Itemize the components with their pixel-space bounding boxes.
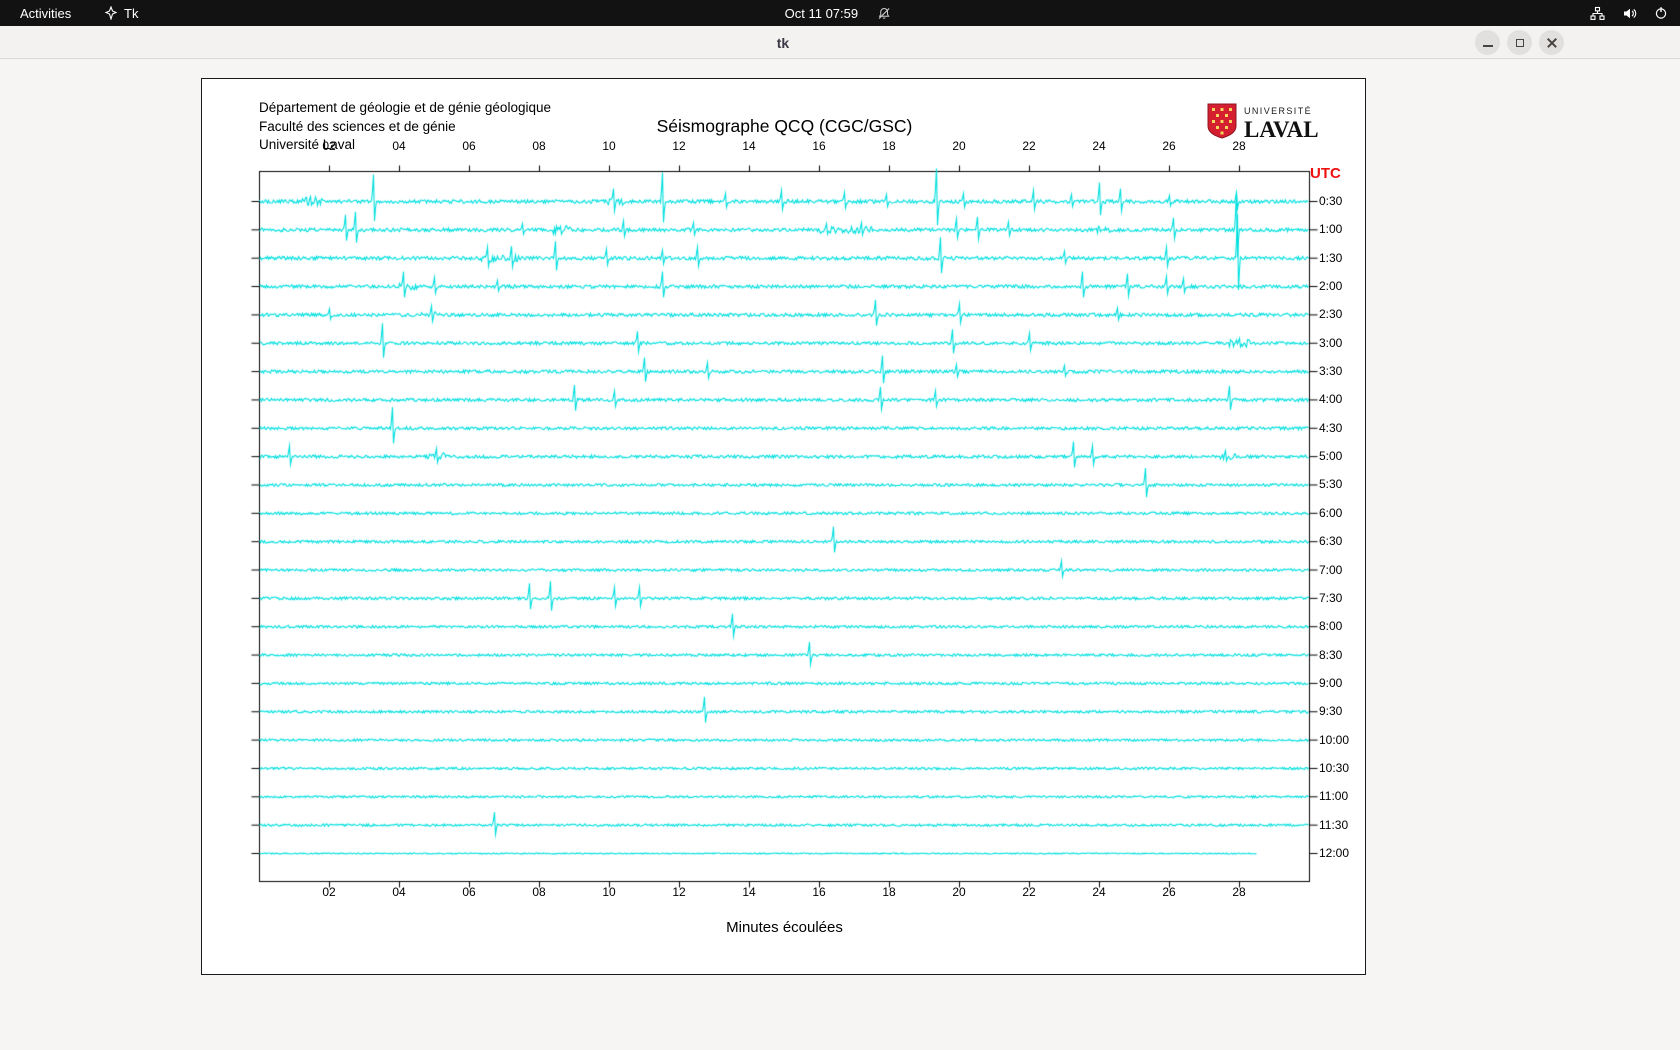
time-tick-label: 12:00 [1319, 846, 1350, 860]
x-tick-label: 20 [952, 139, 966, 153]
time-tick-label: 8:30 [1319, 647, 1343, 662]
time-tick-label: 11:00 [1319, 789, 1349, 804]
volume-icon [1622, 6, 1637, 21]
logo-universite-text: UNIVERSITÉ [1244, 105, 1313, 116]
x-tick-label: 02 [322, 885, 336, 899]
window-title: tk [776, 34, 790, 51]
time-tick-label: 1:30 [1319, 250, 1343, 265]
x-tick-label: 22 [1022, 139, 1036, 153]
time-tick-label: 4:30 [1319, 420, 1343, 435]
header-line-1: Département de géologie et de génie géol… [259, 100, 551, 115]
logo-laval-text: LAVAL [1244, 116, 1319, 142]
network-icon [1590, 6, 1605, 21]
x-tick-label: 04 [392, 139, 406, 153]
time-tick-label: 4:00 [1319, 392, 1343, 407]
time-tick-label: 2:30 [1319, 307, 1343, 322]
x-tick-label: 10 [602, 885, 616, 899]
time-tick-label: 10:30 [1319, 760, 1350, 775]
x-tick-label: 08 [532, 885, 546, 899]
x-tick-label: 12 [672, 885, 686, 899]
x-tick-label: 14 [742, 885, 756, 899]
power-icon [1654, 6, 1668, 20]
time-tick-label: 3:30 [1319, 364, 1343, 379]
seismograph-board: Département de géologie et de génie géol… [201, 78, 1367, 976]
focused-app-indicator[interactable]: Tk [104, 0, 138, 26]
time-tick-label: 7:30 [1319, 590, 1343, 605]
gnome-top-bar: Activities Tk Oct 11 07:59 [0, 0, 1680, 26]
activities-button[interactable]: Activities [14, 0, 77, 26]
window-content: Département de géologie et de génie géol… [0, 59, 1680, 1050]
time-tick-label: 6:30 [1319, 534, 1343, 549]
tk-feather-icon [104, 6, 118, 20]
time-tick-label: 5:00 [1319, 449, 1343, 464]
plot-title: Séismographe QCQ (CGC/GSC) [656, 116, 913, 136]
x-tick-label: 26 [1162, 885, 1176, 899]
maximize-button[interactable] [1507, 30, 1532, 55]
x-tick-label: 16 [812, 139, 826, 153]
close-button[interactable] [1539, 30, 1564, 55]
clock-label: Oct 11 07:59 [784, 5, 859, 21]
time-tick-label: 10:00 [1319, 732, 1350, 747]
system-status-area[interactable] [1590, 0, 1668, 26]
x-tick-label: 12 [672, 139, 686, 153]
activities-label: Activities [20, 5, 72, 21]
x-tick-label: 26 [1162, 139, 1176, 153]
x-tick-label: 28 [1232, 139, 1246, 153]
time-tick-label: 3:00 [1319, 335, 1343, 350]
time-tick-label: 0:30 [1319, 194, 1343, 208]
focused-app-name: Tk [124, 5, 139, 21]
x-tick-label: 06 [462, 139, 476, 153]
x-tick-label: 06 [462, 885, 476, 899]
close-icon [1547, 38, 1557, 48]
laval-shield-icon [1207, 103, 1237, 144]
seismograph-canvas [202, 79, 1367, 976]
x-tick-label: 24 [1092, 139, 1106, 153]
time-tick-label: 7:00 [1319, 562, 1343, 577]
x-tick-label: 24 [1092, 885, 1106, 899]
time-tick-label: 8:00 [1319, 619, 1343, 634]
time-tick-label: 9:00 [1319, 675, 1343, 690]
utc-label: UTC [1310, 165, 1341, 182]
x-axis-title: Minutes écoulées [726, 919, 843, 936]
maximize-icon [1515, 38, 1524, 47]
x-tick-label: 04 [392, 885, 406, 899]
x-tick-label: 10 [602, 139, 616, 153]
clock-menu[interactable]: Oct 11 07:59 [785, 0, 891, 26]
x-tick-label: 14 [742, 139, 756, 153]
time-tick-label: 1:00 [1319, 222, 1343, 237]
x-tick-label: 18 [882, 139, 896, 153]
x-tick-label: 22 [1022, 885, 1036, 899]
time-tick-label: 5:30 [1319, 477, 1343, 492]
x-tick-label: 16 [812, 885, 826, 899]
x-tick-label: 18 [882, 885, 896, 899]
time-tick-label: 6:00 [1319, 505, 1343, 520]
x-tick-label: 02 [322, 139, 336, 153]
bell-slash-icon [878, 7, 891, 20]
time-tick-label: 2:00 [1319, 279, 1343, 294]
time-tick-label: 11:30 [1319, 817, 1349, 832]
x-tick-label: 08 [532, 139, 546, 153]
minimize-button[interactable] [1475, 30, 1500, 55]
window-titlebar[interactable]: tk [0, 26, 1680, 59]
x-tick-label: 28 [1232, 885, 1246, 899]
time-tick-label: 9:30 [1319, 704, 1343, 719]
universite-laval-logo: UNIVERSITÉ LAVAL [1207, 103, 1319, 144]
desktop-screen: Activities Tk Oct 11 07:59 tk Départemen… [0, 0, 1680, 1050]
x-tick-label: 20 [952, 885, 966, 899]
minimize-icon [1482, 45, 1493, 47]
